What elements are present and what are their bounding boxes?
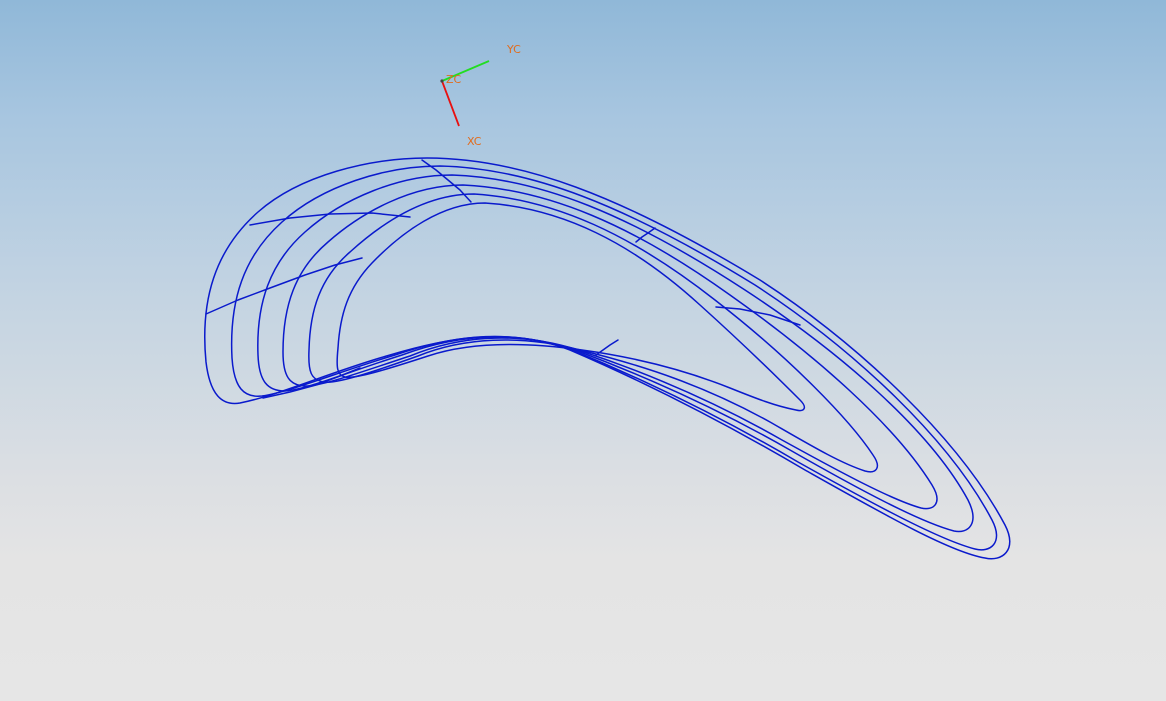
wcs-triad: YC ZC XC (440, 43, 521, 148)
spanwise-curve-pressure[interactable] (595, 339, 619, 356)
blade-wireframe[interactable] (203, 157, 1011, 560)
yc-axis-label: YC (506, 43, 521, 56)
model-scene[interactable]: YC ZC XC (0, 0, 1166, 701)
airfoil-section-3[interactable] (257, 174, 974, 533)
airfoil-section-5[interactable] (308, 193, 879, 473)
zc-axis-label: ZC (446, 73, 462, 86)
graphics-viewport[interactable]: YC ZC XC (0, 0, 1166, 701)
spanwise-curve-lower[interactable] (205, 257, 363, 315)
airfoil-section-1[interactable] (203, 157, 1011, 560)
xc-axis-label: XC (467, 135, 482, 148)
xc-axis-line (441, 80, 460, 127)
triad-origin (440, 79, 444, 83)
airfoil-section-6[interactable] (336, 202, 806, 412)
